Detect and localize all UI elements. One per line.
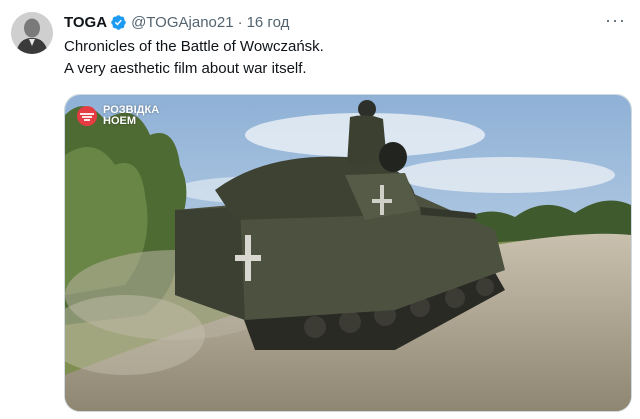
- separator-dot: ·: [237, 13, 243, 31]
- tweet-text: Chronicles of the Battle of Wowczańsk. A…: [64, 36, 624, 80]
- avatar[interactable]: [11, 12, 53, 54]
- timestamp[interactable]: 16 год: [247, 14, 290, 31]
- video-frame: [65, 95, 631, 411]
- more-horizontal-icon[interactable]: ···: [605, 10, 626, 31]
- author-name[interactable]: TOGA: [64, 14, 107, 31]
- tweet[interactable]: TOGA @TOGAjano21 · 16 год ··· Chronicles…: [0, 0, 640, 419]
- tweet-header: TOGA @TOGAjano21 · 16 год: [64, 12, 289, 32]
- media-video[interactable]: РОЗВІДКА НОЕМ: [64, 94, 632, 412]
- unit-logo-icon: [77, 106, 97, 126]
- watermark: РОЗВІДКА НОЕМ: [75, 105, 159, 127]
- tweet-text-line: A very aesthetic film about war itself.: [64, 60, 307, 77]
- watermark-line2: НОЕМ: [103, 115, 136, 127]
- tweet-text-line: Chronicles of the Battle of Wowczańsk.: [64, 38, 324, 55]
- verified-badge-icon: [110, 14, 127, 31]
- author-handle[interactable]: @TOGAjano21: [131, 14, 234, 31]
